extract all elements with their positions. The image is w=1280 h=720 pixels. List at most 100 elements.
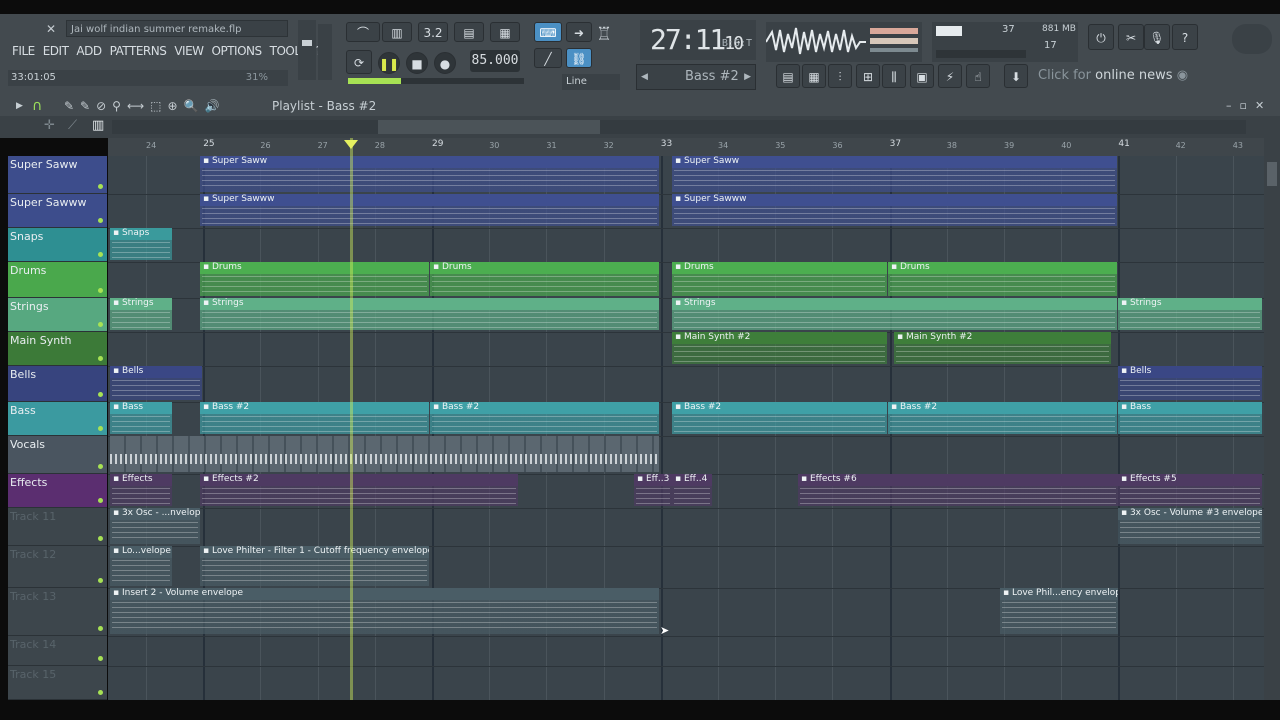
track-enable-led[interactable]: [98, 322, 103, 327]
microphone-icon[interactable]: 🎙: [1144, 24, 1170, 50]
channel-rack-button[interactable]: ⫶: [828, 64, 852, 88]
timeline-ruler[interactable]: 24 25 26 27 28 29 30 31 32 33 34 35 36 37 38 39 40 41 42 43: [108, 138, 1264, 156]
metronome-button[interactable]: ▥: [382, 22, 412, 42]
pattern-clip[interactable]: ▪ 3x Osc - ...nvelope: [110, 508, 200, 544]
window-controls[interactable]: –▫✕: [1226, 96, 1272, 116]
track-header[interactable]: Super Saww: [8, 156, 107, 194]
track-enable-led[interactable]: [98, 626, 103, 631]
next-pattern-icon[interactable]: ▶: [744, 65, 751, 89]
pattern-clip[interactable]: ▪ Love Philter - Filter 1 - Cutoff frequ…: [200, 546, 429, 586]
pattern-clip[interactable]: ▪ 3x Osc - Volume #3 envelope: [1118, 508, 1262, 544]
track-header[interactable]: Track 12: [8, 546, 107, 588]
pattern-clip[interactable]: ▪ Effects: [110, 474, 172, 506]
track-enable-led[interactable]: [98, 578, 103, 583]
track-header[interactable]: Main Synth: [8, 332, 107, 366]
collapse-arrow-icon[interactable]: ▶: [16, 96, 23, 116]
pattern-clip[interactable]: ▪ Bells: [110, 366, 202, 400]
vocals-audio-clips[interactable]: [110, 436, 659, 472]
blend-notes-button[interactable]: ▦: [490, 22, 520, 42]
sliders-button[interactable]: ⫼: [882, 64, 906, 88]
pattern-clip[interactable]: ▪ Bells: [1118, 366, 1262, 400]
pattern-clip[interactable]: ▪ Drums: [672, 262, 887, 296]
song-position-display[interactable]: 27:1110 B:S:T: [640, 20, 756, 60]
menu-options[interactable]: OPTIONS: [208, 42, 266, 60]
pencil-icon[interactable]: ⟋: [68, 118, 77, 133]
pattern-clip[interactable]: ▪ Eff..3: [634, 474, 672, 506]
pattern-clip[interactable]: ▪ Strings: [110, 298, 172, 330]
track-enable-led[interactable]: [98, 426, 103, 431]
track-enable-led[interactable]: [98, 356, 103, 361]
pattern-clip[interactable]: ▪ Main Synth #2: [672, 332, 887, 364]
pattern-clip[interactable]: ▪ Bass #2: [200, 402, 429, 434]
playlist-button[interactable]: ▤: [776, 64, 800, 88]
plugin-picker-button[interactable]: ⚡: [938, 64, 962, 88]
wait-input-button[interactable]: ▤: [454, 22, 484, 42]
snap-link-button[interactable]: ⛓: [566, 48, 592, 68]
track-header[interactable]: Drums: [8, 262, 107, 298]
close-project-icon[interactable]: ✕: [46, 22, 56, 36]
menu-file[interactable]: FILE: [8, 42, 39, 60]
pattern-clip[interactable]: ▪ Love Phil...ency envelope: [1000, 588, 1118, 634]
browser-button[interactable]: ▣: [910, 64, 934, 88]
track-enable-led[interactable]: [98, 218, 103, 223]
pattern-clip[interactable]: ▪ Eff..4: [672, 474, 712, 506]
download-button[interactable]: ⬇: [1004, 64, 1028, 88]
snap-mode-select[interactable]: Line: [562, 74, 620, 90]
tempo-display[interactable]: 85.000: [470, 50, 520, 72]
magnet-icon[interactable]: ∩: [32, 96, 42, 116]
news-link[interactable]: online news: [1095, 68, 1172, 83]
audio-settings-icon[interactable]: ♖: [596, 24, 612, 45]
pattern-clip[interactable]: ▪ Effects #5: [1118, 474, 1262, 506]
pattern-selector[interactable]: ◀ Bass #2 ▶: [636, 64, 756, 90]
undo-button[interactable]: ⏻: [1088, 24, 1114, 50]
pan-icon[interactable]: ✛: [44, 118, 55, 133]
piano-roll-button[interactable]: ▦: [802, 64, 826, 88]
master-pitch-knob[interactable]: [318, 24, 332, 80]
pattern-clip[interactable]: ▪ Super Sawww: [672, 194, 1117, 226]
pattern-clip[interactable]: ▪ Drums: [200, 262, 429, 296]
vertical-scrollbar[interactable]: [1264, 138, 1280, 700]
menu-edit[interactable]: EDIT: [39, 42, 73, 60]
stop-button[interactable]: ■: [406, 52, 428, 74]
horizontal-scrollbar[interactable]: [112, 120, 1246, 134]
pattern-clip[interactable]: ▪ Effects #2: [200, 474, 518, 506]
pattern-clip[interactable]: ▪ Strings: [672, 298, 1117, 330]
pattern-clip[interactable]: ▪ Drums: [888, 262, 1117, 296]
track-enable-led[interactable]: [98, 498, 103, 503]
pattern-clip[interactable]: ▪ Bass: [1118, 402, 1262, 434]
touch-controller-button[interactable]: ☝: [966, 64, 990, 88]
playlist-grid[interactable]: ▪ Super Saww ▪ Super Saww ▪ Super Sawww ▪ S…: [108, 156, 1264, 700]
pattern-clip[interactable]: ▪ Strings: [1118, 298, 1262, 330]
online-news[interactable]: Click for online news ◉: [1038, 64, 1222, 88]
pattern-clip[interactable]: ▪ Main Synth #2: [894, 332, 1111, 364]
track-enable-led[interactable]: [98, 656, 103, 661]
pattern-clip[interactable]: ▪ Effects #6: [798, 474, 1118, 506]
track-header[interactable]: Bells: [8, 366, 107, 402]
pattern-clip[interactable]: ▪ Lo...velope: [110, 546, 172, 586]
cut-tool-icon[interactable]: ✂: [1118, 24, 1144, 50]
track-header[interactable]: Vocals: [8, 436, 107, 474]
track-header[interactable]: Effects: [8, 474, 107, 508]
track-header[interactable]: Track 13: [8, 588, 107, 636]
tool-icons[interactable]: ✎✎⊘⚲⟷⬚⊕🔍🔊: [64, 96, 225, 116]
prev-pattern-icon[interactable]: ◀: [641, 65, 648, 89]
pattern-clip[interactable]: ▪ Snaps: [110, 228, 172, 260]
piano-icon[interactable]: ▥: [92, 118, 104, 133]
menu-view[interactable]: VIEW: [170, 42, 207, 60]
help-icon[interactable]: ?: [1172, 24, 1198, 50]
play-icon-loop[interactable]: ⟳: [346, 50, 372, 74]
step-edit-button[interactable]: ➜: [566, 22, 592, 42]
track-header[interactable]: Strings: [8, 298, 107, 332]
pattern-clip[interactable]: ▪ Insert 2 - Volume envelope: [110, 588, 659, 634]
track-header[interactable]: Super Sawww: [8, 194, 107, 228]
menu-add[interactable]: ADD: [72, 42, 105, 60]
track-header[interactable]: Track 14: [8, 636, 107, 666]
track-enable-led[interactable]: [98, 690, 103, 695]
track-enable-led[interactable]: [98, 536, 103, 541]
draw-tool-button[interactable]: ╱: [534, 48, 562, 68]
track-enable-led[interactable]: [98, 184, 103, 189]
playhead[interactable]: [350, 138, 353, 700]
typing-keyboard-button[interactable]: ⌨: [534, 22, 562, 42]
pattern-clip[interactable]: ▪ Bass: [110, 402, 172, 434]
pattern-song-toggle[interactable]: ⌒: [346, 22, 380, 42]
